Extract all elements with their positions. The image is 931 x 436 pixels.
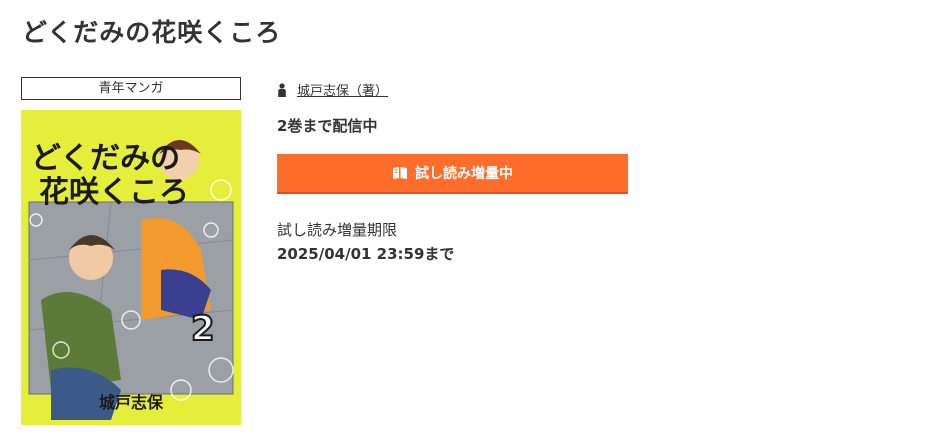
cover-volume-number: 2 <box>191 309 215 349</box>
page-title: どくだみの花咲くころ <box>22 18 282 47</box>
genre-link[interactable]: 青年マンガ <box>21 77 241 100</box>
trial-read-button[interactable]: 試し読み増量中 <box>277 154 628 194</box>
trial-read-button-label: 試し読み増量中 <box>415 166 513 182</box>
book-icon <box>392 166 408 180</box>
cover-title-top: どくだみの花咲くころ <box>31 141 189 210</box>
left-column: 青年マンガ どくだみの花咲くころ 2 城戸志保 <box>21 77 241 425</box>
cover-image[interactable]: どくだみの花咲くころ 2 城戸志保 <box>21 110 241 425</box>
person-icon <box>277 82 287 97</box>
cover-author: 城戸志保 <box>99 393 164 412</box>
author-link[interactable]: 城戸志保（著） <box>297 80 388 99</box>
author-row: 城戸志保（著） <box>277 80 637 99</box>
trial-period-label: 試し読み増量期限 <box>277 221 398 239</box>
trial-period-date: 2025/04/01 23:59まで <box>277 245 455 263</box>
details-column: 城戸志保（著） 2巻まで配信中 試し読み増量中 試し読み増量期限 2025/04… <box>277 80 637 264</box>
volume-status: 2巻まで配信中 <box>277 117 378 135</box>
cover-illustration: どくだみの花咲くころ 2 城戸志保 <box>21 110 241 425</box>
